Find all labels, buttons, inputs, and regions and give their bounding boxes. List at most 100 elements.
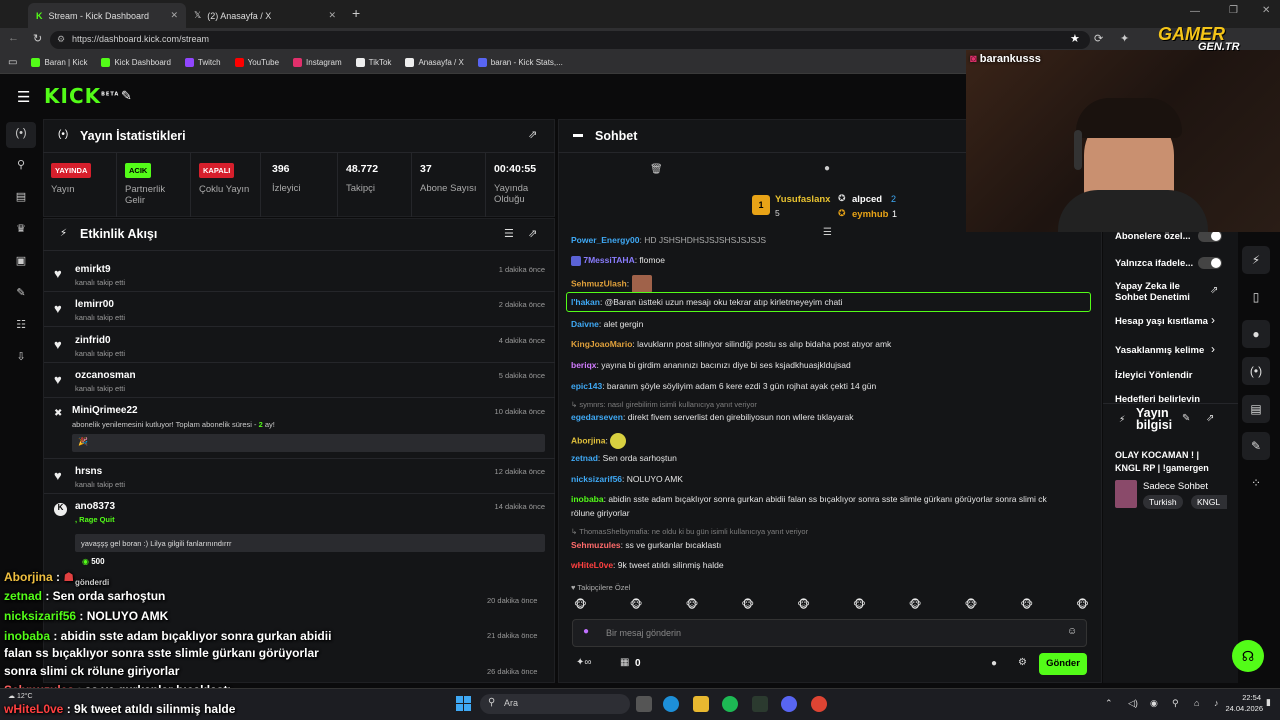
kick-logo[interactable]: KICKBETA [44,84,119,108]
network-icon[interactable]: ⌂ [1194,698,1199,708]
chat-input[interactable]: ● Bir mesaj gönderin ☺ [572,619,1087,647]
chat-bubble-icon[interactable]: ● [824,163,830,174]
close-tab-icon[interactable]: ✕ [328,10,336,21]
menu-icon[interactable]: ☰ [17,88,30,106]
puzzle-icon[interactable]: ✦ [1120,32,1129,45]
broadcast-icon[interactable]: (•) [1242,357,1270,385]
bookmark-youtube[interactable]: YouTube [234,58,279,67]
tab-x[interactable]: 𝕏 (2) Anasayfa / X ✕ [186,3,344,28]
discord-icon[interactable] [781,696,797,712]
chat-user[interactable]: Power_Energy00 [571,235,640,245]
users-icon[interactable]: ☷ [14,318,28,332]
chat-user[interactable]: beriqx [571,360,597,370]
bookmark-twitch[interactable]: Twitch [184,58,221,67]
back-icon[interactable]: ← [8,32,19,44]
extension-icon[interactable]: ⟳ [1094,32,1103,45]
video-icon[interactable]: ▣ [14,254,28,268]
event-follow[interactable]: ♥ ozcanosman kanalı takip etti 5 dakika … [44,363,555,398]
taskbar-search[interactable]: ⚲ Ara [480,694,630,714]
file-explorer-icon[interactable] [693,696,709,712]
wrench-icon[interactable]: ✎ [14,286,28,300]
chat-user[interactable]: SehmuzUlash [571,278,627,288]
analytics-icon[interactable]: ▤ [14,190,28,204]
top-chatter-name[interactable]: Yusufaslanx [775,194,830,205]
bookmark-tiktok[interactable]: TikTok [355,58,391,67]
chat-user[interactable]: nicksizarif56 [571,474,622,484]
settings-gear-icon[interactable]: ⚙ [1018,657,1027,668]
popout-icon[interactable]: ⇗ [528,227,537,240]
event-follow[interactable]: ♥ lemirr00 kanalı takip etti 2 dakika ön… [44,292,555,327]
layout-icon[interactable]: ▤ [1242,395,1270,423]
emote-icon[interactable]: 🐵 [1020,598,1033,614]
chat-user[interactable]: Sehmuzules [571,540,621,550]
notification-icon[interactable]: ▮ [1266,697,1271,708]
bookmark-kick-dashboard[interactable]: Kick Dashboard [101,58,171,67]
speaker-icon[interactable]: ◁) [1128,698,1138,709]
weather-widget[interactable]: ☁ 12°C [8,692,33,700]
event-follow[interactable]: ♥ emirkt9 kanalı takip etti 1 dakika önc… [44,257,555,292]
top-chatter-name[interactable]: eymhub [852,209,888,220]
mic-icon[interactable]: ⚲ [1172,698,1179,709]
tab-kick-dashboard[interactable]: K Stream - Kick Dashboard ✕ [28,3,186,28]
setting-redirect-viewers[interactable]: İzleyici Yönlendir [1115,370,1192,381]
chat-user[interactable]: inobaba [571,494,604,504]
quick-action-icon[interactable]: ⚡ [1242,246,1270,274]
emote-icon[interactable]: 🐵 [965,598,978,614]
chat-user[interactable]: wHiteL0ve [571,560,613,570]
chat-user[interactable]: Daivne [571,319,599,329]
chevron-right-icon[interactable]: › [1211,313,1215,327]
bookmark-baran-kick[interactable]: Baran | Kick [31,58,87,67]
setting-emote-only[interactable]: Yalnızca ifadele... [1115,258,1193,269]
setting-goals[interactable]: Hedefleri belirleyin [1115,394,1200,402]
top-chatter-name[interactable]: alpced [852,194,882,205]
edge-icon[interactable] [663,696,679,712]
bookmark-x[interactable]: Anasayfa / X [405,58,464,67]
chat-user[interactable]: egedarseven [571,412,623,422]
support-headset-icon[interactable]: ☊ [1232,640,1264,672]
new-tab-icon[interactable]: + [352,5,360,21]
event-subscription[interactable]: ✖ MiniQrimee22 abonelik yenilemesini kut… [44,399,555,459]
chat-icon[interactable]: ● [1242,320,1270,348]
gift-icon[interactable]: ▦ [620,657,629,668]
link-icon[interactable]: ⚲ [14,158,28,172]
emote-icon[interactable]: 🐵 [741,598,754,614]
toggle-emote-only[interactable] [1198,257,1222,269]
spotify-icon[interactable] [722,696,738,712]
windows-start-icon[interactable] [456,696,471,711]
tools-icon[interactable]: ✎ [121,88,132,104]
filter-icon[interactable]: ☰ [504,227,514,240]
close-tab-icon[interactable]: ✕ [170,10,178,21]
mic-icon[interactable]: ● [583,626,589,637]
stream-icon[interactable]: (•) [14,127,28,141]
emote-icon[interactable]: 🐵 [1076,598,1089,614]
maximize-icon[interactable]: ❐ [1229,5,1238,16]
bookmark-kick-stats[interactable]: baran - Kick Stats,... [477,58,563,67]
url-input[interactable]: ⚙ https://dashboard.kick.com/stream [50,31,1090,49]
chat-user[interactable]: Aborjina [571,435,605,445]
setting-banned-words[interactable]: Yasaklanmış kelime [1115,345,1204,356]
clock-date[interactable]: 24.04.2026 [1223,704,1263,713]
emote-icon[interactable]: 🐵 [686,598,699,614]
site-info-icon[interactable]: ⚙ [57,34,65,45]
setting-account-age[interactable]: Hesap yaşı kısıtlama [1115,316,1208,327]
setting-ai-moderation[interactable]: Yapay Zeka ile Sohbet Denetimi [1115,281,1205,303]
volume-icon[interactable]: ♪ [1214,698,1219,708]
emoji-icon[interactable]: ☺ [1067,626,1077,637]
minimize-icon[interactable]: — [1190,6,1200,17]
chat-user[interactable]: KingJoaoMario [571,339,632,349]
chat-user[interactable]: epic143 [571,381,602,391]
event-follow[interactable]: ♥ hrsns kanalı takip etti 12 dakika önce [44,459,555,494]
apps-icon[interactable]: ⁘ [1242,469,1270,497]
setting-subscribers-only[interactable]: Abonelere özel... [1115,231,1191,242]
chat-bubble-icon[interactable]: ● [991,658,997,669]
clock-time[interactable]: 22:54 [1229,693,1261,702]
points-icon[interactable]: ✦∞ [576,657,592,668]
apps-icon[interactable]: ▭ [8,57,17,68]
chat-user[interactable]: zetnad [571,453,598,463]
bookmark-instagram[interactable]: Instagram [293,58,342,67]
trophy-icon[interactable]: ♛ [14,222,28,236]
window-close-icon[interactable]: ✕ [1262,5,1270,16]
download-icon[interactable]: ⇩ [14,350,28,364]
send-button[interactable]: Gönder [1039,653,1087,675]
popout-icon[interactable]: ⇗ [528,128,537,141]
